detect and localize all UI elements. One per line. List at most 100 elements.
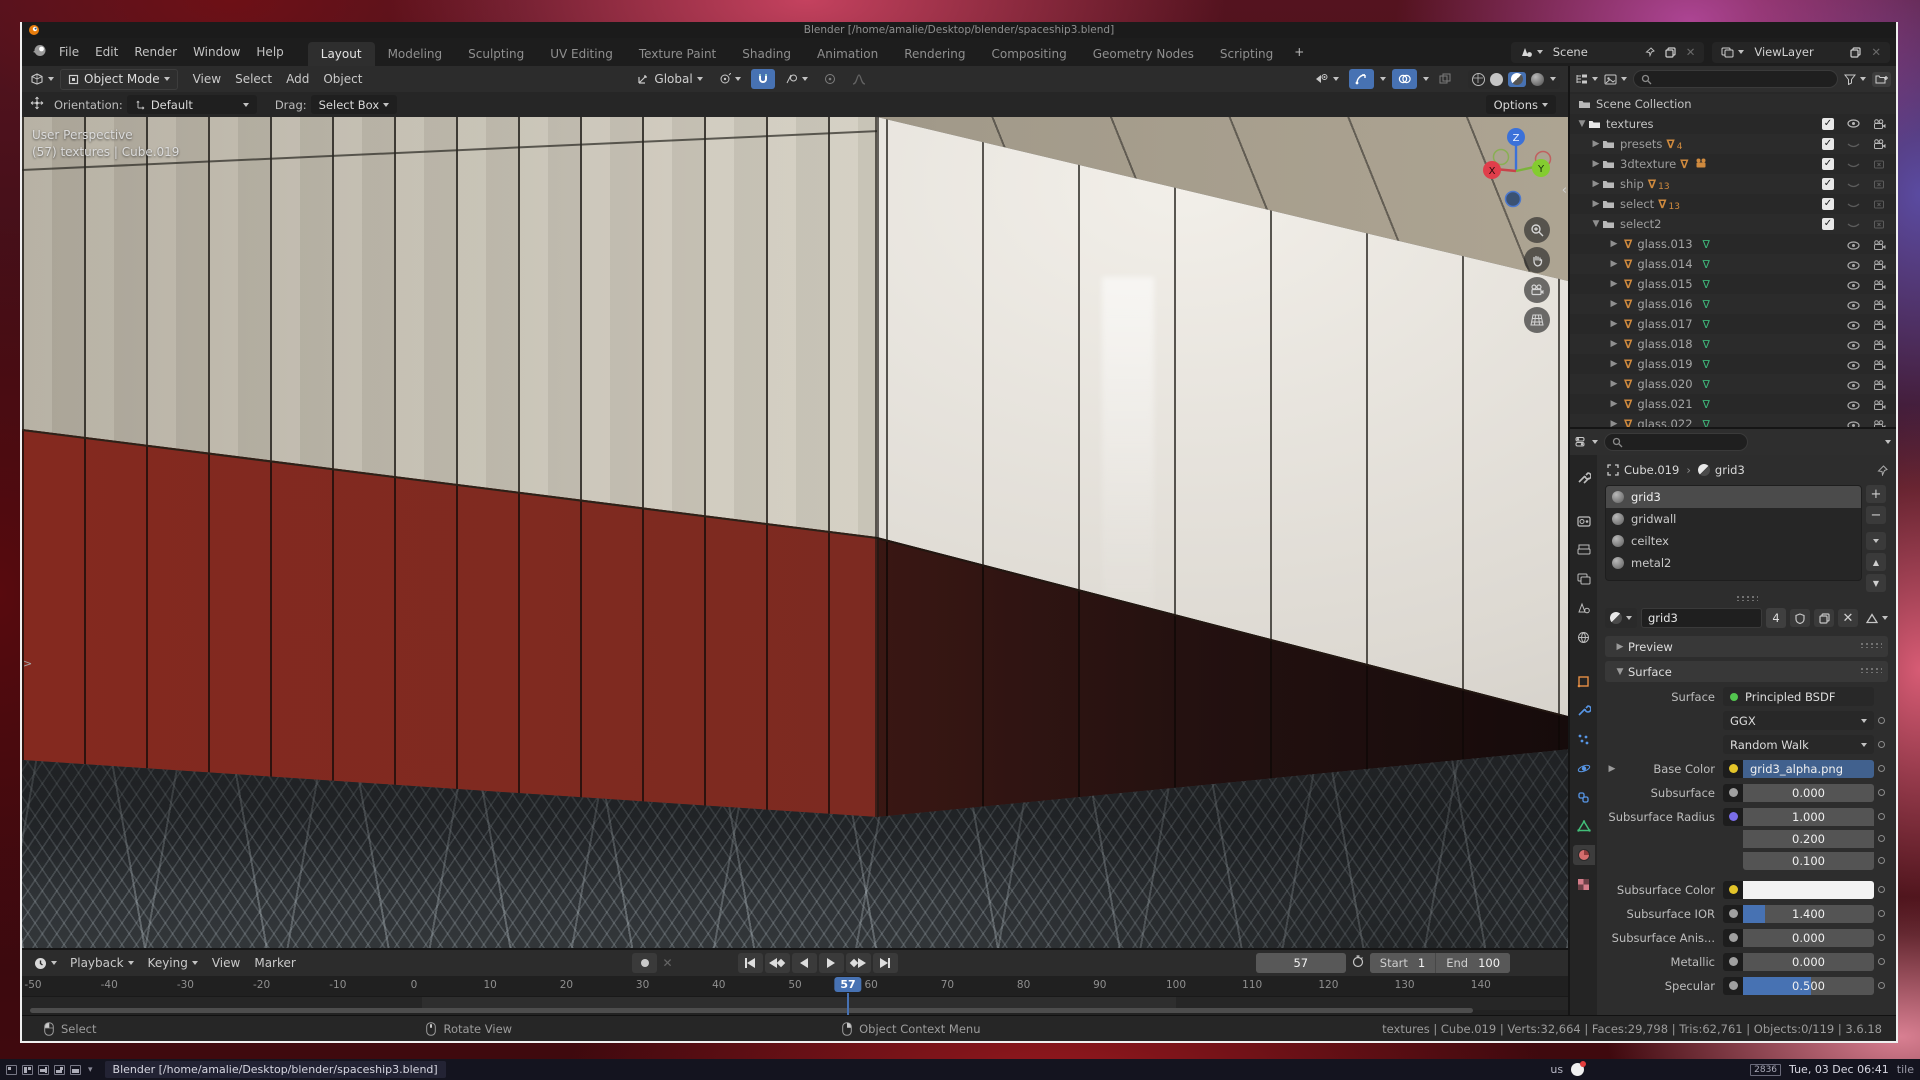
eye-icon[interactable] — [1847, 359, 1860, 373]
timeline-menu-view[interactable]: View — [205, 956, 247, 970]
shading-solid-button[interactable] — [1490, 73, 1503, 86]
timeline-menu-marker[interactable]: Marker — [247, 956, 302, 970]
collection-checkbox[interactable]: ✓ — [1822, 138, 1834, 150]
eye-icon[interactable] — [1847, 319, 1860, 333]
outliner-row-textures[interactable]: ▼ textures ✓ — [1570, 114, 1896, 134]
timeline-ruler[interactable]: -50-40-30-20-100102030405060708090100110… — [22, 976, 1568, 997]
camera-view-button[interactable] — [1524, 277, 1550, 303]
move-tool-icon[interactable] — [30, 96, 44, 113]
material-slot[interactable]: gridwall — [1606, 508, 1861, 530]
shading-dropdown[interactable] — [1550, 77, 1556, 81]
timeline-ruler-area[interactable]: -50-40-30-20-100102030405060708090100110… — [22, 976, 1568, 1015]
decorator-dot[interactable] — [1874, 886, 1888, 893]
subsurface-ior-socket[interactable] — [1723, 905, 1743, 923]
workspace-tab[interactable]: Rendering — [891, 42, 978, 66]
layout-caret-icon[interactable]: ▾ — [88, 1065, 93, 1075]
properties-editor-icon[interactable] — [1575, 436, 1598, 448]
taskbar-clock[interactable]: Tue, 03 Dec 06:41 — [1789, 1063, 1889, 1076]
base-color-socket[interactable] — [1723, 760, 1743, 778]
tab-tool[interactable] — [1573, 467, 1595, 487]
decorator-dot[interactable] — [1874, 813, 1888, 820]
material-slot[interactable]: grid3 — [1606, 486, 1861, 508]
workspace-tab[interactable]: Compositing — [978, 42, 1079, 66]
vp-menu-select[interactable]: Select — [228, 72, 279, 86]
tab-world[interactable] — [1573, 627, 1595, 647]
sidebar-expand-arrow[interactable]: ‹ — [1562, 183, 1567, 198]
outliner-row-object[interactable]: ▶ ∇ glass.022 ∇ — [1570, 414, 1896, 427]
axis-gizmo[interactable]: Z X Y — [1477, 125, 1555, 212]
breadcrumb-material[interactable]: grid3 — [1715, 463, 1745, 477]
eye-icon[interactable] — [1847, 119, 1860, 128]
move-slot-up-button[interactable]: ▲ — [1866, 553, 1886, 571]
material-link-dropdown[interactable] — [1866, 613, 1888, 624]
workspace-tab[interactable]: Geometry Nodes — [1080, 42, 1207, 66]
surface-panel-header[interactable]: ▼Surface — [1605, 661, 1888, 682]
material-users-count[interactable]: 4 — [1766, 608, 1786, 628]
transform-orientation-dropdown[interactable]: Global — [631, 69, 708, 89]
decorator-dot[interactable] — [1874, 741, 1888, 748]
camera-icon[interactable] — [1873, 319, 1886, 333]
menu-render[interactable]: Render — [126, 45, 185, 59]
eye-closed-icon[interactable] — [1847, 159, 1860, 173]
blender-menu-logo-icon[interactable] — [32, 44, 47, 60]
viewlayer-icon[interactable] — [1716, 42, 1749, 63]
subsurface-radius-socket[interactable] — [1723, 808, 1743, 826]
vp-menu-view[interactable]: View — [186, 72, 228, 86]
specular-socket[interactable] — [1723, 977, 1743, 995]
collection-checkbox[interactable]: ✓ — [1822, 198, 1834, 210]
new-viewlayer-icon[interactable] — [1845, 42, 1866, 63]
outliner-row-object[interactable]: ▶ ∇ glass.013 ∇ — [1570, 234, 1896, 254]
outliner-search[interactable] — [1633, 70, 1838, 88]
xray-toggle[interactable] — [1433, 69, 1458, 89]
properties-search[interactable] — [1604, 433, 1748, 451]
eye-closed-icon[interactable] — [1847, 199, 1860, 213]
viewlayer-name[interactable]: ViewLayer — [1749, 42, 1845, 63]
tab-physics[interactable] — [1573, 758, 1595, 778]
gizmos-toggle[interactable] — [1349, 69, 1374, 89]
tab-scene[interactable] — [1573, 598, 1595, 618]
material-slot[interactable]: ceiltex — [1606, 530, 1861, 552]
workspace-tab[interactable]: UV Editing — [537, 42, 626, 66]
proportional-falloff-dropdown[interactable] — [846, 69, 872, 89]
prev-keyframe-button[interactable] — [765, 953, 790, 973]
editor-type-icon[interactable] — [30, 73, 54, 85]
outliner-row-scene-collection[interactable]: Scene Collection — [1570, 94, 1896, 114]
outliner-display-mode-dropdown[interactable] — [1575, 73, 1598, 85]
camera-disabled-icon[interactable] — [1873, 179, 1886, 189]
timeline-menu-keying[interactable]: Keying — [141, 956, 205, 970]
current-frame-field[interactable]: 57 — [1256, 953, 1346, 973]
workspace-icon-2[interactable] — [22, 1065, 33, 1075]
gizmos-dropdown[interactable] — [1380, 77, 1386, 81]
subsurface-ior-field[interactable]: 1.400 — [1743, 905, 1874, 923]
subsurface-radius-z-field[interactable]: 0.100 — [1743, 852, 1874, 870]
material-name-field[interactable]: grid3 — [1641, 608, 1762, 628]
eye-icon[interactable] — [1847, 339, 1860, 353]
tab-particles[interactable] — [1573, 729, 1595, 749]
collection-checkbox[interactable]: ✓ — [1822, 158, 1834, 170]
decorator-dot[interactable] — [1874, 910, 1888, 917]
new-scene-icon[interactable] — [1660, 42, 1681, 63]
move-slot-down-button[interactable]: ▼ — [1866, 574, 1886, 592]
window-titlebar[interactable]: Blender [/home/amalie/Desktop/blender/sp… — [22, 22, 1896, 38]
use-preview-range-icon[interactable] — [1352, 955, 1364, 971]
tab-render[interactable] — [1573, 511, 1595, 531]
outliner-row-object[interactable]: ▶ ∇ glass.017 ∇ — [1570, 314, 1896, 334]
pan-hand-button[interactable] — [1524, 247, 1550, 273]
decorator-dot[interactable] — [1874, 958, 1888, 965]
menu-edit[interactable]: Edit — [87, 45, 126, 59]
options-dropdown[interactable]: Options — [1486, 95, 1556, 114]
eye-icon[interactable] — [1847, 399, 1860, 413]
outliner-search-input[interactable] — [1652, 72, 1830, 86]
tab-modifiers[interactable] — [1573, 700, 1595, 720]
snap-magnet-toggle[interactable] — [751, 69, 775, 89]
subsurface-radius-x-field[interactable]: 1.000 — [1743, 808, 1874, 826]
eye-closed-icon[interactable] — [1847, 219, 1860, 233]
outliner-row-object[interactable]: ▶ ∇ glass.014 ∇ — [1570, 254, 1896, 274]
camera-disabled-icon[interactable] — [1873, 159, 1886, 169]
outliner-row-object[interactable]: ▶ ∇ glass.021 ∇ — [1570, 394, 1896, 414]
tab-output[interactable] — [1573, 540, 1595, 560]
distribution-dropdown[interactable]: GGX — [1723, 711, 1874, 730]
workspace-icon-1[interactable] — [6, 1065, 17, 1075]
copy-material-button[interactable] — [1814, 609, 1834, 627]
jump-to-end-button[interactable] — [873, 953, 898, 973]
